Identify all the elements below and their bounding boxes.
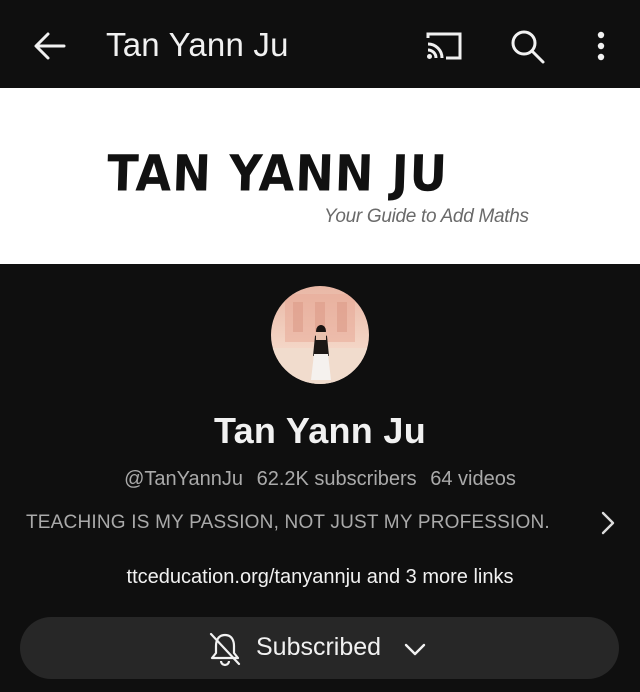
channel-meta: @TanYannJu 62.2K subscribers 64 videos — [0, 468, 640, 491]
chevron-down-icon — [404, 643, 426, 656]
more-vert-icon[interactable] — [586, 26, 616, 66]
channel-banner: TAN YANN JU Your Guide to Add Maths — [0, 88, 640, 264]
subscribed-label: Subscribed — [256, 633, 382, 661]
description-text: TEACHING IS MY PASSION, NOT JUST MY PROF… — [26, 512, 550, 533]
search-icon[interactable] — [506, 26, 550, 66]
channel-links[interactable]: ttceducation.org/tanyannju and 3 more li… — [0, 566, 640, 589]
back-arrow-icon[interactable] — [28, 26, 72, 66]
channel-description[interactable]: TEACHING IS MY PASSION, NOT JUST MY PROF… — [26, 510, 626, 538]
banner-brand-text: TAN YANN JU — [106, 144, 449, 203]
subscribed-button[interactable]: Subscribed — [20, 617, 619, 679]
channel-handle: @TanYannJu — [124, 468, 244, 490]
avatar[interactable] — [271, 286, 369, 384]
bell-off-icon — [209, 632, 241, 667]
banner-tagline: Your Guide to Add Maths — [324, 206, 529, 227]
channel-title: Tan Yann Ju — [106, 26, 289, 63]
channel-name: Tan Yann Ju — [213, 410, 427, 451]
chevron-right-icon — [601, 511, 615, 535]
cast-icon[interactable] — [422, 28, 466, 64]
video-count: 64 videos — [430, 468, 516, 490]
subscriber-count: 62.2K subscribers — [256, 468, 417, 490]
top-app-bar: Tan Yann Ju — [0, 0, 640, 88]
